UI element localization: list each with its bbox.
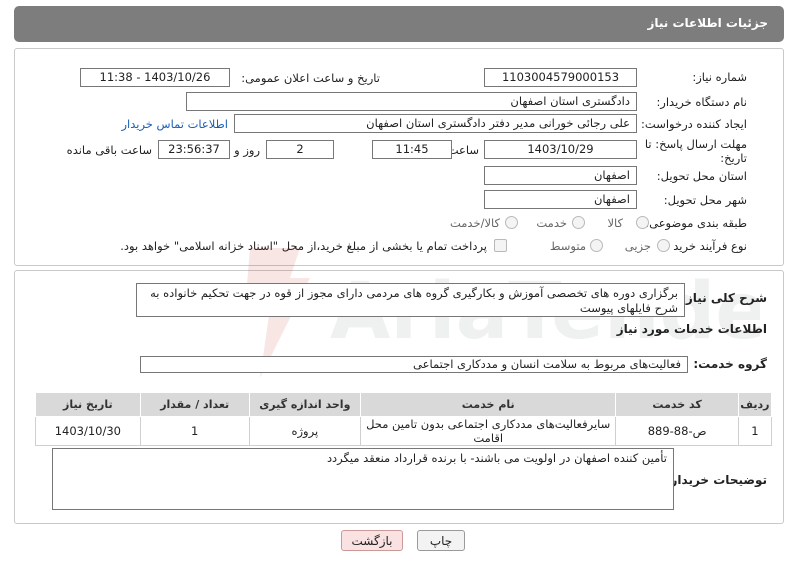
requester-label: ایجاد کننده درخواست: (641, 117, 747, 131)
category-goods-service-label: کالا/خدمت (449, 216, 500, 230)
table-row: 1 ص-88-889 سایرفعالیت‌های مددکاری اجتماع… (35, 416, 773, 446)
back-button[interactable]: بازگشت (341, 530, 403, 551)
need-number-label: شماره نیاز: (692, 70, 747, 84)
summary-label: شرح کلی نیاز: (681, 291, 767, 305)
treasury-payment-note: پرداخت تمام یا بخشی از مبلغ خرید،از محل … (120, 239, 487, 253)
services-table: ردیف کد خدمت نام خدمت واحد اندازه گیری ت… (35, 392, 773, 446)
requester-field: علی رجائی خورانی مدیر دفتر دادگستری استا… (234, 114, 637, 133)
services-section-title: اطلاعات خدمات مورد نیاز (616, 322, 767, 336)
category-service-label: خدمت (536, 216, 567, 230)
category-goods-radio[interactable] (636, 216, 649, 229)
province-field: اصفهان (484, 166, 637, 185)
buyer-notes-label: توضیحات خریدار: (665, 473, 767, 487)
print-button[interactable]: چاپ (417, 530, 465, 551)
category-goods-label: کالا (607, 216, 623, 230)
need-number-field: 1103004579000153 (484, 68, 637, 87)
service-group-label: گروه خدمت: (693, 357, 767, 371)
purchase-medium-label: متوسط (549, 239, 586, 253)
service-group-field: فعالیت‌های مربوط به سلامت انسان و مددکار… (140, 356, 688, 373)
page-header: جزئیات اطلاعات نیاز (14, 6, 784, 42)
city-label: شهر محل تحویل: (663, 193, 747, 207)
deadline-days-label: روز و (234, 143, 260, 157)
announce-datetime-label: تاریخ و ساعت اعلان عمومی: (241, 71, 380, 85)
deadline-label-line2: تاریخ: (720, 151, 747, 165)
announce-datetime-field: 1403/10/26 - 11:38 (80, 68, 230, 87)
col-row: ردیف (737, 392, 773, 417)
buyer-contact-link[interactable]: اطلاعات تماس خریدار (121, 117, 228, 131)
category-service-radio[interactable] (572, 216, 585, 229)
buyer-org-field: دادگستری استان اصفهان (186, 92, 637, 111)
remaining-time-field: 23:56:37 (158, 140, 230, 159)
purchase-minor-label: جزیی (624, 239, 651, 253)
province-label: استان محل تحویل: (656, 169, 747, 183)
city-field: اصفهان (484, 190, 637, 209)
treasury-payment-checkbox[interactable] (494, 239, 507, 252)
cell-quantity: 1 (139, 416, 250, 446)
page-title: جزئیات اطلاعات نیاز (647, 16, 768, 30)
deadline-date-field: 1403/10/29 (484, 140, 637, 159)
summary-textarea: برگزاری دوره های تخصصی آموزش و بکارگیری … (136, 283, 685, 317)
col-unit: واحد اندازه گیری (248, 392, 361, 417)
buyer-notes-textarea: تأمین کننده اصفهان در اولویت می باشند- ب… (52, 448, 674, 510)
deadline-days-field: 2 (266, 140, 334, 159)
col-quantity: تعداد / مقدار (139, 392, 250, 417)
category-label: طبقه بندی موضوعی: (645, 216, 747, 230)
col-service-name: نام خدمت (359, 392, 617, 417)
col-need-date: تاریخ نیاز (35, 392, 141, 417)
deadline-label: مهلت ارسال پاسخ: تا تاریخ: (645, 137, 747, 165)
purchase-minor-radio[interactable] (657, 239, 670, 252)
cell-need-date: 1403/10/30 (35, 416, 141, 446)
purchase-type-label: نوع فرآیند خرید : (665, 239, 747, 253)
cell-row: 1 (737, 416, 773, 446)
remaining-time-label: ساعت باقی مانده (66, 143, 152, 157)
deadline-time-field: 11:45 (372, 140, 452, 159)
deadline-time-label: ساعت (447, 143, 479, 157)
services-table-header: ردیف کد خدمت نام خدمت واحد اندازه گیری ت… (35, 392, 773, 417)
cell-unit: پروژه (248, 416, 361, 446)
deadline-label-line1: مهلت ارسال پاسخ: تا (644, 137, 747, 151)
category-goods-service-radio[interactable] (505, 216, 518, 229)
purchase-medium-radio[interactable] (590, 239, 603, 252)
cell-service-code: ص-88-889 (615, 416, 739, 446)
cell-service-name: سایرفعالیت‌های مددکاری اجتماعی بدون تامی… (359, 416, 617, 446)
buyer-org-label: نام دستگاه خریدار: (656, 95, 747, 109)
col-service-code: کد خدمت (615, 392, 739, 417)
